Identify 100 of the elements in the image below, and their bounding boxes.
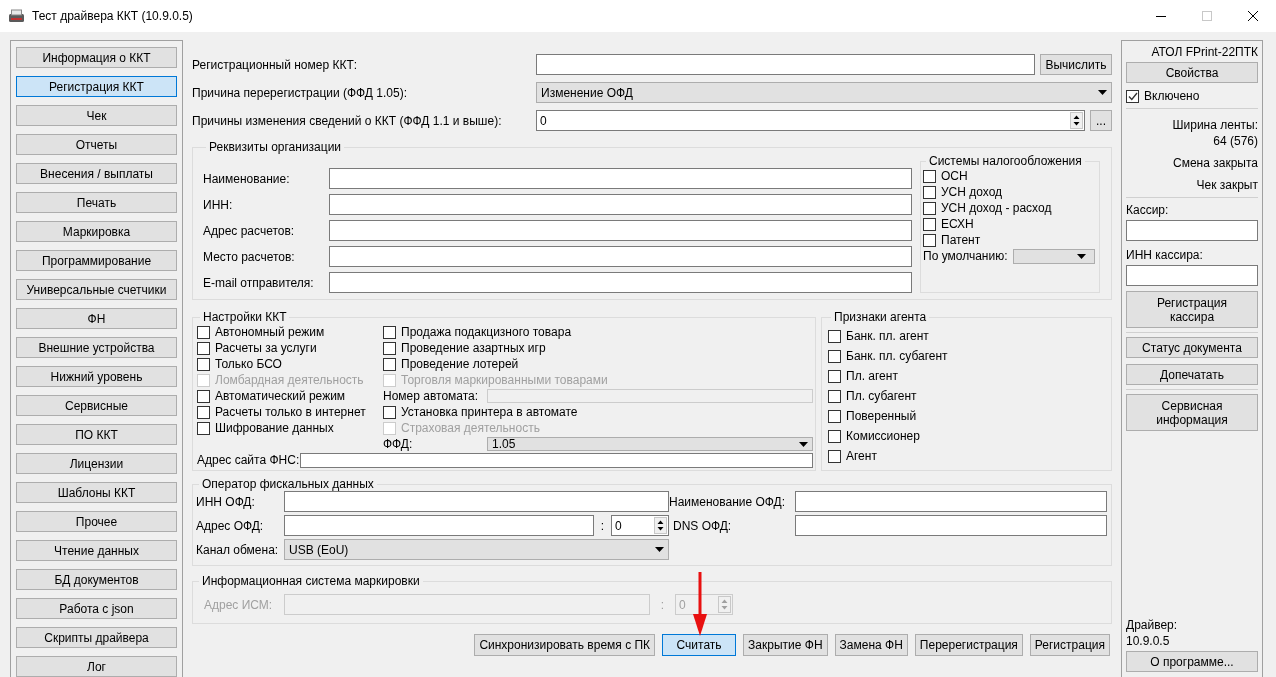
input-field[interactable] — [1126, 265, 1258, 286]
action-button[interactable]: Перерегистрация — [914, 634, 1023, 656]
spin-field[interactable]: 0 — [536, 110, 1085, 131]
checkbox[interactable] — [828, 389, 841, 403]
nav-button[interactable]: Отчеты — [16, 134, 177, 155]
checkbox[interactable] — [923, 169, 936, 183]
input-field[interactable] — [329, 272, 912, 293]
input-field[interactable] — [329, 194, 912, 215]
dropdown[interactable]: Изменение ОФД — [536, 82, 1112, 103]
checkbox[interactable] — [923, 185, 936, 199]
nav-button[interactable]: ФН — [16, 308, 177, 329]
nav-button[interactable]: Шаблоны ККТ — [16, 482, 177, 503]
input-field[interactable] — [284, 491, 669, 512]
about-button[interactable]: О программе... — [1126, 651, 1258, 672]
nav-button[interactable]: Чтение данных — [16, 540, 177, 561]
nav-button[interactable]: Нижний уровень — [16, 366, 177, 387]
nav-button[interactable]: Чек — [16, 105, 177, 126]
input-field[interactable] — [329, 220, 912, 241]
checkbox[interactable] — [197, 389, 210, 403]
nav-button[interactable]: Лицензии — [16, 453, 177, 474]
checkbox[interactable] — [197, 405, 210, 419]
nav-button[interactable]: ПО ККТ — [16, 424, 177, 445]
checkbox[interactable] — [383, 405, 396, 419]
checkbox[interactable] — [828, 329, 841, 343]
status-button[interactable]: Допечатать — [1126, 364, 1258, 385]
nav-button[interactable]: Универсальные счетчики — [16, 279, 177, 300]
nav-button[interactable]: Регистрация ККТ — [16, 76, 177, 97]
maximize-icon — [1202, 11, 1212, 21]
cashier-registration-button[interactable]: Регистрация кассира — [1126, 291, 1258, 328]
driver-label: Драйвер: — [1126, 617, 1179, 633]
action-button[interactable]: Замена ФН — [834, 634, 908, 656]
browse-button[interactable]: ... — [1090, 110, 1112, 131]
checkbox[interactable] — [197, 357, 210, 371]
checkbox-label: Расчеты только в интернет — [215, 405, 366, 419]
properties-button[interactable]: Свойства — [1126, 62, 1258, 83]
group-title: Информационная система маркировки — [201, 574, 421, 588]
checkbox[interactable] — [828, 449, 841, 463]
spinner-icon[interactable] — [1070, 112, 1083, 129]
checkbox[interactable] — [828, 369, 841, 383]
nav-button[interactable]: Маркировка — [16, 221, 177, 242]
field-label: По умолчанию: — [923, 249, 1008, 263]
action-button[interactable]: Считать — [662, 634, 737, 656]
checkbox[interactable] — [923, 233, 936, 247]
nav-button[interactable]: Программирование — [16, 250, 177, 271]
checkbox-label: Ломбардная деятельность — [215, 373, 364, 387]
dropdown[interactable]: USB (EoU) — [284, 539, 669, 560]
checkbox-label: Агент — [846, 449, 877, 463]
nav-button[interactable]: Информация о ККТ — [16, 47, 177, 68]
nav-button[interactable]: Прочее — [16, 511, 177, 532]
caret-icon — [799, 441, 808, 447]
group-title: Реквизиты организации — [208, 140, 343, 154]
checkbox[interactable] — [383, 325, 396, 339]
checkbox[interactable] — [383, 357, 396, 371]
nav-button[interactable]: Печать — [16, 192, 177, 213]
nav-button[interactable]: Работа с json — [16, 598, 177, 619]
checkbox-label: Проведение лотерей — [401, 357, 519, 371]
checkbox[interactable] — [197, 341, 210, 355]
checkbox-label: Пл. агент — [846, 369, 898, 383]
nav-button[interactable]: БД документов — [16, 569, 177, 590]
field-label: Место расчетов: — [203, 249, 296, 264]
checkbox-label: Патент — [941, 233, 981, 247]
input-field[interactable] — [329, 168, 912, 189]
service-info-button[interactable]: Сервисная информация — [1126, 394, 1258, 431]
field-label: Адрес расчетов: — [203, 223, 296, 238]
spin-field[interactable]: 0 — [611, 515, 669, 536]
field-label: ИНН: — [203, 197, 234, 212]
group-title: Признаки агента — [833, 310, 928, 324]
checkbox[interactable] — [828, 349, 841, 363]
checkbox[interactable] — [923, 201, 936, 215]
tape-width-label: Ширина ленты: — [1171, 117, 1258, 133]
checkbox[interactable] — [828, 429, 841, 443]
input-field[interactable] — [795, 491, 1107, 512]
receipt-status: Чек закрыт — [1195, 177, 1258, 193]
nav-button[interactable]: Сервисные — [16, 395, 177, 416]
checkbox[interactable] — [197, 325, 210, 339]
calculate-button[interactable]: Вычислить — [1040, 54, 1112, 75]
device-model: АТОЛ FPrint-22ПТК — [1150, 44, 1258, 60]
nav-button[interactable]: Скрипты драйвера — [16, 627, 177, 648]
checkbox[interactable] — [923, 217, 936, 231]
nav-button[interactable]: Внешние устройства — [16, 337, 177, 358]
input-field[interactable] — [284, 515, 594, 536]
input-field[interactable] — [1126, 220, 1258, 241]
nav-button[interactable]: Лог — [16, 656, 177, 677]
input-field[interactable] — [795, 515, 1107, 536]
input-field[interactable] — [329, 246, 912, 267]
status-button[interactable]: Статус документа — [1126, 337, 1258, 358]
checkbox[interactable] — [383, 341, 396, 355]
checkbox[interactable] — [1126, 89, 1139, 103]
field-label: Адрес ОФД: — [196, 518, 265, 533]
close-icon — [1248, 11, 1258, 21]
action-button[interactable]: Регистрация — [1029, 634, 1110, 656]
dropdown[interactable]: 1.05 — [487, 437, 813, 451]
checkbox[interactable] — [197, 421, 210, 435]
action-button[interactable]: Синхронизировать время с ПК — [474, 634, 656, 656]
nav-button[interactable]: Внесения / выплаты — [16, 163, 177, 184]
action-button[interactable]: Закрытие ФН — [743, 634, 828, 656]
spinner-icon[interactable] — [654, 517, 667, 534]
input-field[interactable] — [536, 54, 1035, 75]
checkbox[interactable] — [828, 409, 841, 423]
input-field[interactable] — [300, 452, 813, 468]
